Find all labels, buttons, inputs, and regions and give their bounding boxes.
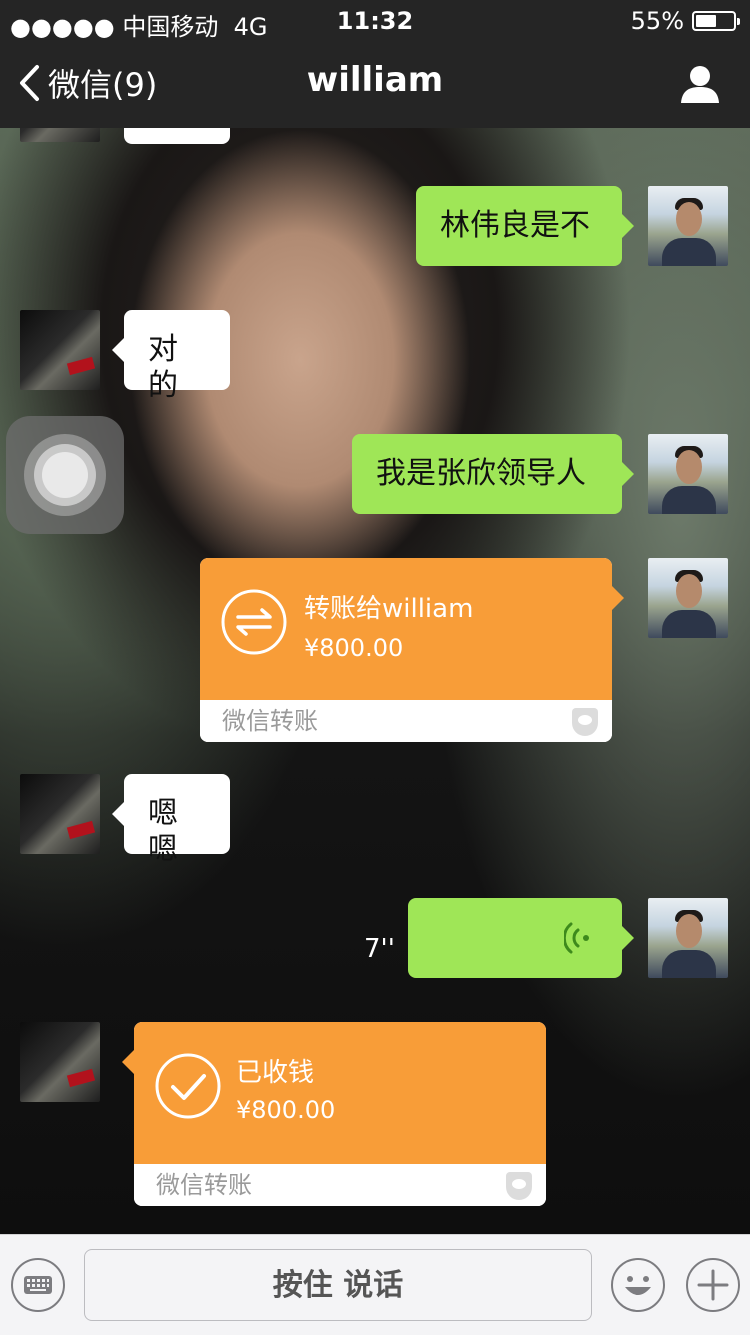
- my-avatar[interactable]: [648, 434, 728, 514]
- wechat-pay-shield-icon: [506, 1172, 532, 1200]
- transfer-title: 转账给william: [304, 594, 474, 624]
- contact-avatar[interactable]: [20, 1022, 100, 1102]
- transfer-footer-label: 微信转账: [222, 707, 318, 735]
- voice-duration: 7'': [364, 934, 395, 964]
- message-text: 对的: [148, 332, 178, 403]
- transfer-icon: [221, 589, 287, 655]
- contact-avatar[interactable]: [20, 774, 100, 854]
- voice-wave-icon: [564, 922, 589, 954]
- contact-avatar[interactable]: [20, 128, 100, 142]
- battery-fill: [696, 15, 716, 27]
- wechat-pay-shield-icon: [572, 708, 598, 736]
- transfer-title: 已收钱: [236, 1058, 315, 1088]
- assistive-touch-button[interactable]: [6, 416, 124, 534]
- message-bubble[interactable]: 我是张欣领导人: [352, 434, 634, 514]
- chat-area[interactable]: 林伟良是不 对的 我是张欣领导人 转账给william ¥800.00 微信转账: [0, 128, 750, 1234]
- transfer-received-card[interactable]: 已收钱 ¥800.00 微信转账: [122, 1022, 546, 1206]
- nav-bar: 微信(9) william: [0, 40, 750, 128]
- transfer-amount: ¥800.00: [304, 634, 404, 662]
- message-text: 我是张欣领导人: [376, 456, 586, 491]
- person-icon[interactable]: [680, 64, 720, 104]
- battery-status: 55%: [630, 7, 740, 35]
- keyboard-icon[interactable]: [10, 1257, 66, 1313]
- emoji-icon[interactable]: [610, 1257, 666, 1313]
- my-avatar[interactable]: [648, 898, 728, 978]
- voice-message-bubble[interactable]: [408, 898, 634, 978]
- transfer-card[interactable]: 转账给william ¥800.00 微信转账: [200, 558, 624, 742]
- transfer-footer: 微信转账: [134, 1164, 546, 1206]
- transfer-footer-label: 微信转账: [156, 1171, 252, 1199]
- plus-icon[interactable]: [685, 1257, 741, 1313]
- transfer-amount: ¥800.00: [236, 1096, 336, 1124]
- hold-to-talk-button[interactable]: 按住 说话: [84, 1249, 592, 1321]
- input-bar: 按住 说话: [0, 1234, 750, 1335]
- transfer-footer: 微信转账: [200, 700, 612, 742]
- check-icon: [155, 1053, 221, 1119]
- message-bubble[interactable]: 嗯嗯: [112, 774, 230, 867]
- my-avatar[interactable]: [648, 186, 728, 266]
- message-bubble-partial: [124, 128, 230, 144]
- message-text: 嗯嗯: [148, 796, 178, 867]
- message-bubble[interactable]: 林伟良是不: [416, 186, 634, 266]
- battery-percent: 55%: [630, 7, 684, 35]
- message-text: 林伟良是不: [440, 208, 590, 243]
- chat-title: william: [306, 60, 444, 100]
- contact-avatar[interactable]: [20, 310, 100, 390]
- my-avatar[interactable]: [648, 558, 728, 638]
- message-bubble[interactable]: 对的: [112, 310, 230, 403]
- battery-icon: [692, 11, 740, 31]
- status-bar: ●●●●● 中国移动 4G 11:32 55%: [0, 0, 750, 41]
